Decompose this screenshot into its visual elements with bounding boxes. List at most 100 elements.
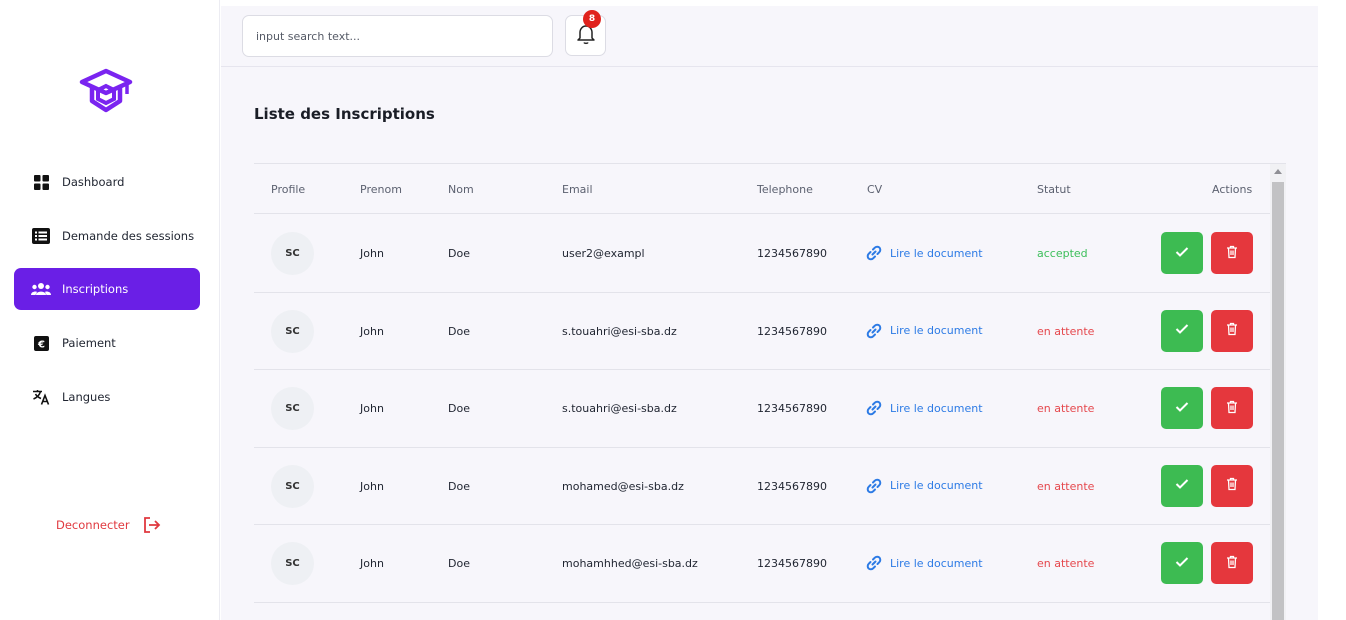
nom-cell: Doe: [448, 402, 470, 415]
telephone-cell: 1234567890: [757, 479, 827, 493]
users-icon: [31, 280, 51, 298]
table-scrollbar[interactable]: [1270, 164, 1286, 620]
sidebar-item-dashboard[interactable]: Dashboard: [14, 161, 200, 203]
logout-icon: [142, 515, 162, 535]
delete-button[interactable]: [1211, 232, 1253, 274]
accept-button[interactable]: [1161, 542, 1203, 584]
page-title: Liste des Inscriptions: [254, 105, 435, 123]
status-badge: en attente: [1037, 324, 1095, 338]
accept-button[interactable]: [1161, 464, 1203, 507]
status-badge: en attente: [1037, 557, 1095, 570]
column-header: Email: [562, 183, 593, 196]
accept-button[interactable]: [1161, 387, 1203, 429]
prenom-cell: John: [360, 402, 384, 415]
column-header: Nom: [448, 183, 474, 196]
inscriptions-table: Profile Prenom Nom Email Telephone CV St…: [254, 163, 1286, 620]
sidebar-item-label: Paiement: [62, 336, 116, 350]
link-icon: [866, 323, 882, 339]
sidebar-item-demande-des-sessions[interactable]: Demande des sessions: [14, 215, 200, 257]
check-icon: [1175, 478, 1189, 493]
sidebar-item-label: Demande des sessions: [62, 229, 195, 243]
notification-badge: 8: [583, 10, 601, 28]
logout-button[interactable]: Deconnecter: [56, 515, 162, 535]
cv-link[interactable]: Lire le document: [866, 478, 983, 494]
column-header: Statut: [1037, 183, 1071, 196]
accept-button[interactable]: [1161, 232, 1203, 274]
email-cell: s.touahri@esi-sba.dz: [562, 324, 677, 338]
svg-text:€: €: [37, 339, 45, 350]
nom-cell: Doe: [448, 479, 470, 493]
email-cell: mohamhhed@esi-sba.dz: [562, 557, 698, 570]
column-header: Prenom: [360, 183, 402, 196]
list-icon: [31, 227, 51, 245]
column-header: Telephone: [757, 183, 813, 196]
check-icon: [1175, 401, 1189, 416]
status-badge: accepted: [1037, 247, 1088, 260]
column-header: CV: [867, 183, 883, 196]
link-icon: [866, 555, 882, 571]
sidebar-item-inscriptions[interactable]: Inscriptions: [14, 268, 200, 310]
avatar: SC: [271, 464, 314, 508]
email-cell: mohamed@esi-sba.dz: [562, 479, 684, 493]
cv-link-label: Lire le document: [890, 556, 983, 570]
sidebar-item-langues[interactable]: Langues: [14, 376, 200, 418]
table-row: SC John Doe mohamed@esi-sba.dz 123456789…: [254, 448, 1270, 525]
prenom-cell: John: [360, 557, 384, 570]
delete-button[interactable]: [1211, 542, 1253, 584]
grid-icon: [31, 173, 51, 191]
prenom-cell: John: [360, 247, 384, 260]
search-input[interactable]: [242, 15, 553, 57]
check-icon: [1175, 556, 1189, 571]
status-badge: en attente: [1037, 479, 1095, 493]
cv-link-label: Lire le document: [890, 401, 983, 415]
sidebar: Dashboard Demande des sessions Inscripti…: [0, 0, 220, 620]
sidebar-item-label: Dashboard: [62, 175, 125, 189]
table-row: SC John Doe mohamhhed@esi-sba.dz 1234567…: [254, 525, 1270, 603]
delete-button[interactable]: [1211, 387, 1253, 429]
nom-cell: Doe: [448, 324, 470, 338]
topbar: 8: [221, 6, 1318, 67]
column-header: Profile: [271, 183, 306, 196]
avatar: SC: [271, 232, 314, 275]
avatar: SC: [271, 542, 314, 585]
table-row: SC John Doe user2@exampl 1234567890 Lire…: [254, 215, 1270, 293]
email-cell: s.touahri@esi-sba.dz: [562, 402, 677, 415]
cv-link-label: Lire le document: [890, 246, 983, 260]
avatar: SC: [271, 309, 314, 353]
link-icon: [866, 400, 882, 416]
check-icon: [1175, 246, 1189, 261]
sidebar-item-paiement[interactable]: € Paiement: [14, 322, 200, 364]
status-badge: en attente: [1037, 402, 1095, 415]
scroll-up-arrow-icon[interactable]: [1274, 169, 1282, 174]
trash-icon: [1226, 245, 1238, 262]
email-cell: user2@exampl: [562, 247, 645, 260]
delete-button[interactable]: [1211, 464, 1253, 507]
table-header: Profile Prenom Nom Email Telephone CV St…: [254, 164, 1270, 214]
accept-button[interactable]: [1161, 309, 1203, 352]
link-icon: [866, 478, 882, 494]
telephone-cell: 1234567890: [757, 324, 827, 338]
prenom-cell: John: [360, 479, 384, 493]
sidebar-item-label: Inscriptions: [62, 282, 129, 296]
cv-link[interactable]: Lire le document: [866, 400, 983, 416]
scroll-thumb[interactable]: [1272, 182, 1284, 620]
table-row: SC John Doe s.touahri@esi-sba.dz 1234567…: [254, 293, 1270, 370]
translate-icon: [31, 388, 51, 406]
cv-link-label: Lire le document: [890, 479, 983, 492]
table-row: SC John Doe s.touahri@esi-sba.dz 1234567…: [254, 370, 1270, 448]
logout-label: Deconnecter: [56, 518, 130, 532]
telephone-cell: 1234567890: [757, 557, 827, 570]
euro-icon: €: [31, 334, 51, 352]
delete-button[interactable]: [1211, 309, 1253, 352]
column-header: Actions: [1212, 183, 1253, 196]
trash-icon: [1226, 477, 1238, 494]
check-icon: [1175, 323, 1189, 338]
sidebar-item-label: Langues: [62, 390, 111, 404]
cv-link[interactable]: Lire le document: [866, 245, 983, 261]
telephone-cell: 1234567890: [757, 402, 827, 415]
nom-cell: Doe: [448, 557, 470, 570]
prenom-cell: John: [360, 324, 384, 338]
graduation-cap-logo[interactable]: [78, 68, 134, 114]
cv-link[interactable]: Lire le document: [866, 555, 983, 571]
cv-link[interactable]: Lire le document: [866, 323, 983, 339]
